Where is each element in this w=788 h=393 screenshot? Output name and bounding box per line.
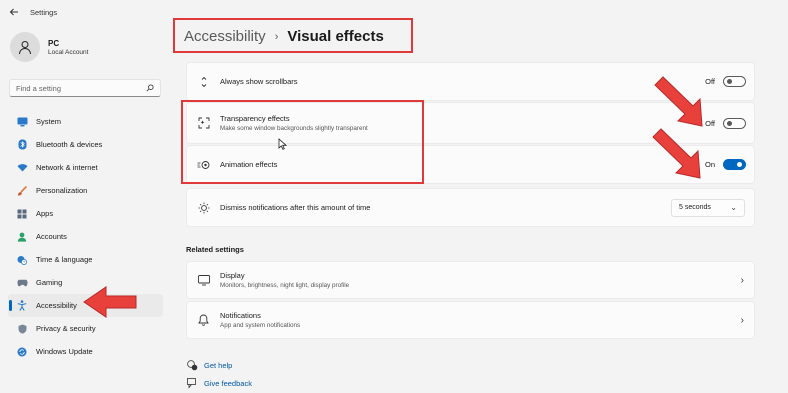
sidebar-item-label: Privacy & security — [36, 324, 96, 333]
account-type: Local Account — [48, 48, 89, 56]
shield-icon — [16, 323, 28, 335]
bluetooth-icon — [16, 139, 28, 151]
link-label: Give feedback — [204, 378, 252, 388]
mouse-cursor-icon — [278, 138, 287, 150]
give-feedback-link[interactable]: Give feedback — [186, 377, 252, 389]
sidebar-item-accounts[interactable]: Accounts — [8, 225, 163, 248]
sidebar-item-label: System — [36, 117, 62, 126]
sidebar-item-label: Apps — [36, 209, 54, 218]
search-icon[interactable] — [146, 84, 154, 92]
sidebar-item-label: Gaming — [36, 278, 63, 287]
sidebar-item-label: Accounts — [36, 232, 67, 241]
setting-title: Display — [220, 271, 245, 280]
setting-title: Dismiss notifications after this amount … — [220, 203, 371, 212]
search-box[interactable] — [9, 79, 161, 97]
toggle-state-label: Off — [705, 77, 715, 86]
annotation-arrow-icon — [83, 286, 137, 318]
setting-title: Always show scrollbars — [220, 77, 298, 86]
apps-icon — [16, 208, 28, 220]
settings-highlight-box — [181, 100, 424, 184]
related-settings-heading: Related settings — [186, 245, 244, 254]
chevron-right-icon: › — [740, 274, 744, 286]
globe-clock-icon — [16, 254, 28, 266]
scrollbars-toggle[interactable] — [723, 76, 746, 87]
person-icon — [16, 231, 28, 243]
update-icon — [16, 346, 28, 358]
wifi-icon — [16, 162, 28, 174]
chevron-down-icon: ⌄ — [730, 203, 737, 212]
sidebar-item-windows-update[interactable]: Windows Update — [8, 340, 163, 363]
window-title: Settings — [30, 7, 58, 17]
sidebar-item-label: Network & internet — [36, 163, 98, 172]
bell-icon — [197, 314, 210, 327]
notification-timeout-setting: Dismiss notifications after this amount … — [186, 188, 755, 227]
display-link[interactable]: Display Monitors, brightness, night ligh… — [186, 261, 755, 299]
monitor-outline-icon — [197, 274, 210, 287]
sidebar-item-system[interactable]: System — [8, 110, 163, 133]
dropdown-value: 5 seconds — [679, 204, 711, 211]
person-icon — [19, 41, 31, 55]
user-name: PC — [48, 38, 60, 48]
toggle-state-label: Off — [705, 118, 715, 128]
sidebar-item-personalization[interactable]: Personalization — [8, 179, 163, 202]
gamepad-icon — [16, 277, 28, 289]
scrollbar-icon — [197, 75, 210, 88]
sidebar-item-label: Time & language — [36, 255, 93, 264]
animation-toggle[interactable] — [723, 159, 746, 170]
setting-subtitle: Monitors, brightness, night light, displ… — [220, 282, 350, 289]
get-help-link[interactable]: Get help — [186, 359, 232, 371]
avatar — [10, 32, 40, 62]
sidebar-item-apps[interactable]: Apps — [8, 202, 163, 225]
sun-icon — [197, 201, 210, 214]
annotation-arrow-icon — [652, 128, 701, 179]
sidebar-nav: System Bluetooth & devices Network & int… — [8, 110, 163, 363]
sidebar-item-label: Windows Update — [36, 347, 93, 356]
chevron-right-icon: › — [740, 314, 744, 326]
back-arrow-icon — [9, 8, 18, 16]
sidebar-item-network[interactable]: Network & internet — [8, 156, 163, 179]
link-label: Get help — [204, 360, 233, 370]
monitor-icon — [16, 116, 28, 128]
notifications-link[interactable]: Notifications App and system notificatio… — [186, 301, 755, 339]
transparency-toggle[interactable] — [723, 117, 746, 129]
back-button[interactable] — [2, 0, 26, 24]
sidebar-item-label: Bluetooth & devices — [36, 140, 103, 149]
setting-title: Notifications — [220, 311, 261, 320]
sidebar-item-bluetooth[interactable]: Bluetooth & devices — [8, 133, 163, 156]
accessibility-icon — [16, 300, 28, 312]
breadcrumb-highlight-box — [173, 18, 413, 53]
annotation-arrow-icon — [654, 76, 703, 127]
toggle-state-label: On — [704, 160, 715, 169]
feedback-icon — [186, 377, 198, 389]
brush-icon — [16, 185, 28, 197]
help-icon — [186, 359, 198, 371]
setting-subtitle: App and system notifications — [220, 322, 301, 329]
notification-timeout-dropdown[interactable]: 5 seconds ⌄ — [671, 198, 745, 217]
sidebar-item-time-language[interactable]: Time & language — [8, 248, 163, 271]
sidebar-item-label: Personalization — [36, 186, 88, 195]
sidebar-item-label: Accessibility — [36, 301, 77, 310]
search-input[interactable] — [16, 83, 146, 93]
user-profile[interactable]: PC Local Account — [10, 32, 88, 62]
